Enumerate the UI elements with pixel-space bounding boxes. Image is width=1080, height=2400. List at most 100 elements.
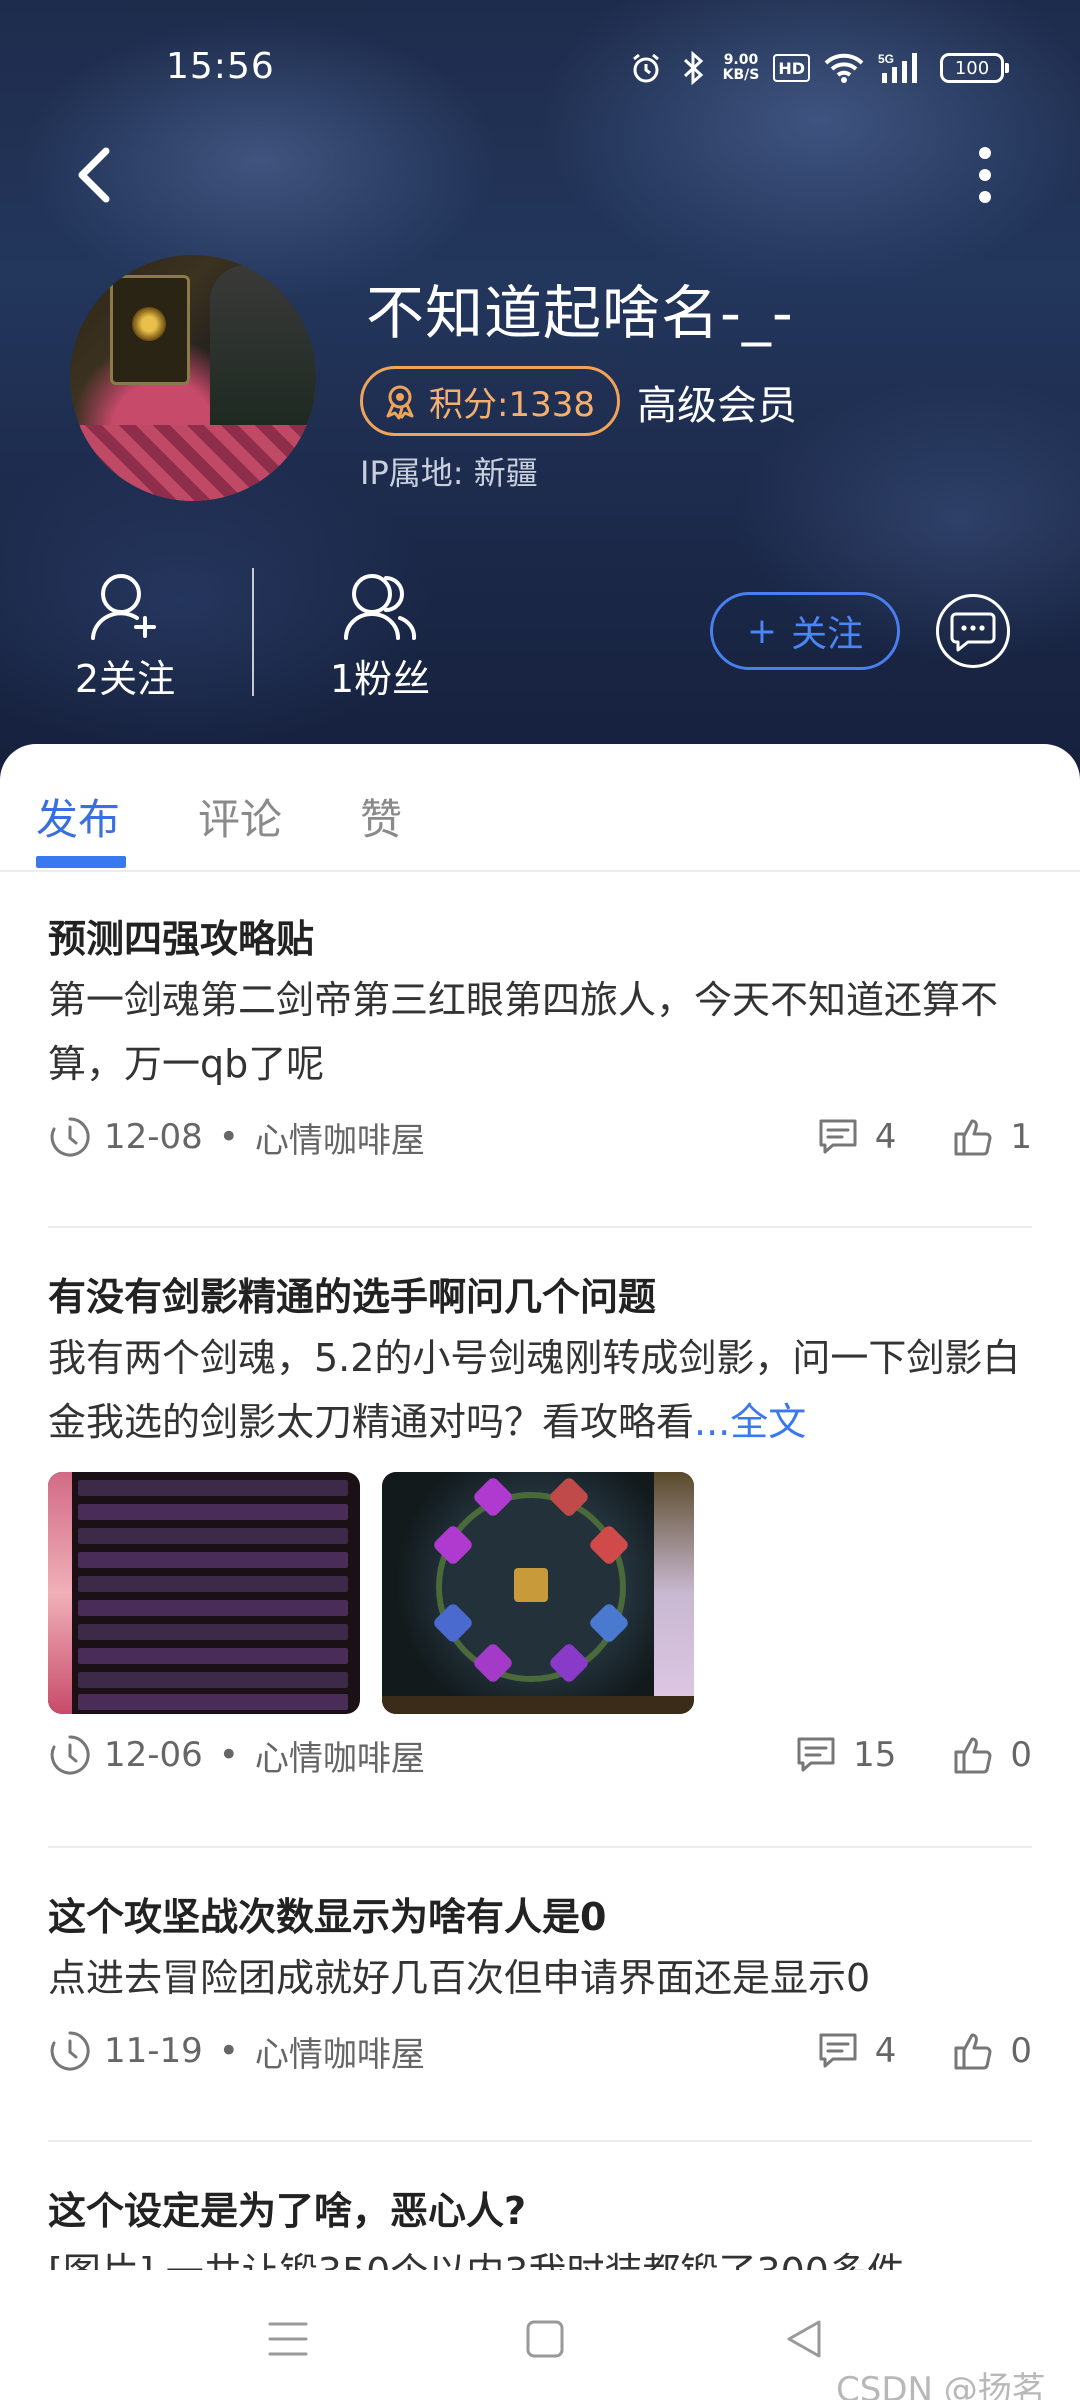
- follow-button-label: 关注: [791, 614, 864, 655]
- like-count-value: 1: [1010, 1117, 1032, 1157]
- post-title: 这个攻坚战次数显示为啥有人是0: [48, 1895, 607, 1939]
- comment-count[interactable]: 15: [795, 1734, 896, 1776]
- comment-count[interactable]: 4: [817, 2030, 897, 2072]
- chevron-left-icon: [78, 147, 110, 203]
- avatar[interactable]: [70, 255, 316, 501]
- message-button[interactable]: [936, 594, 1010, 668]
- wifi-icon: [824, 52, 864, 84]
- post-images: [48, 1472, 1032, 1714]
- watermark: CSDN @扬茗: [836, 2370, 1046, 2400]
- post-body: 点进去冒险团成就好几百次但申请界面还是显示0: [48, 1956, 871, 2000]
- post-image[interactable]: [48, 1472, 360, 1714]
- post-item[interactable]: 这个攻坚战次数显示为啥有人是0 点进去冒险团成就好几百次但申请界面还是显示0 1…: [48, 1892, 1032, 2076]
- like-count-value: 0: [1010, 1735, 1032, 1775]
- post-board[interactable]: 心情咖啡屋: [255, 1731, 425, 1780]
- more-options-button[interactable]: [955, 140, 1015, 210]
- thumbs-up-icon: [954, 1737, 992, 1774]
- status-time: 15:56: [166, 46, 275, 87]
- like-count[interactable]: 0: [952, 1734, 1032, 1776]
- status-bar: 15:56 9.00 KB/S HD 5G 100: [0, 40, 1080, 100]
- clock-icon: [50, 1117, 90, 1157]
- following-stat[interactable]: 2关注: [30, 568, 220, 703]
- ip-location: IP属地: 新疆: [360, 454, 538, 492]
- person-add-icon: [91, 574, 156, 640]
- post-divider: [48, 2140, 1032, 2142]
- recent-apps-button[interactable]: [258, 2314, 318, 2364]
- comment-icon: [819, 2033, 857, 2068]
- points-badge[interactable]: 积分:1338: [360, 366, 620, 436]
- points-label: 积分:1338: [429, 384, 595, 425]
- post-divider: [48, 1226, 1032, 1228]
- post-meta: 11-19 • 心情咖啡屋 4 0: [48, 2026, 1032, 2076]
- thumbs-up-icon: [954, 2033, 992, 2070]
- back-triangle-icon: [787, 2320, 821, 2358]
- menu-icon: [268, 2322, 308, 2356]
- comment-count-value: 4: [874, 2031, 897, 2071]
- content-panel: 发布 评论 赞 预测四强攻略贴 第一剑魂第二剑帝第三红眼第四旅人，今天不知道还算…: [0, 744, 1080, 2400]
- nickname: 不知道起啥名-_-: [366, 279, 794, 347]
- post-date: 11-19: [104, 2031, 203, 2071]
- post-meta: 12-06 • 心情咖啡屋 15 0: [48, 1730, 1032, 1780]
- post-title: 有没有剑影精通的选手啊问几个问题: [48, 1275, 657, 1319]
- network-speed: 9.00 KB/S: [723, 53, 760, 83]
- comment-icon: [819, 1119, 857, 1154]
- people-icon: [344, 574, 417, 640]
- cell-signal-icon: 5G: [878, 51, 926, 85]
- back-nav-button[interactable]: [774, 2314, 834, 2364]
- read-more-link[interactable]: ...全文: [694, 1400, 806, 1444]
- comment-count[interactable]: 4: [817, 1116, 897, 1158]
- comment-count-value: 15: [853, 1735, 897, 1775]
- clock-icon: [50, 1735, 90, 1775]
- followers-stat[interactable]: 1粉丝: [285, 568, 475, 703]
- more-vertical-icon: [979, 147, 991, 159]
- post-item[interactable]: 有没有剑影精通的选手啊问几个问题 我有两个剑魂，5.2的小号剑魂刚转成剑影，问一…: [48, 1272, 1032, 1780]
- post-body-text: 我有两个剑魂，5.2的小号剑魂刚转成剑影，问一下剑影白金我选的剑影太刀精通对吗？…: [48, 1336, 1021, 1444]
- post-date: 12-08: [104, 1117, 203, 1157]
- post-body: 第一剑魂第二剑帝第三红眼第四旅人，今天不知道还算不算，万一qb了呢: [48, 978, 999, 1086]
- following-count: 2关注: [74, 657, 176, 701]
- member-level: 高级会员: [637, 383, 797, 429]
- profile-header: 15:56 9.00 KB/S HD 5G 100 不知道起啥名-_- 积分:1…: [0, 0, 1080, 790]
- tab-bar: 发布 评论 赞: [0, 744, 1080, 872]
- post-board[interactable]: 心情咖啡屋: [255, 1113, 425, 1162]
- clock-icon: [50, 2031, 90, 2071]
- home-square-icon: [526, 2320, 564, 2358]
- stat-divider: [252, 568, 254, 696]
- ribbon-icon: [386, 385, 414, 420]
- home-button[interactable]: [515, 2314, 575, 2364]
- comment-icon: [797, 1737, 835, 1772]
- plus-icon: +: [746, 610, 778, 652]
- like-count[interactable]: 1: [952, 1116, 1032, 1158]
- like-count[interactable]: 0: [952, 2030, 1032, 2072]
- meta-separator: •: [218, 1735, 239, 1775]
- net-speed-unit: KB/S: [722, 67, 760, 83]
- post-board[interactable]: 心情咖啡屋: [255, 2027, 425, 2076]
- meta-separator: •: [218, 1117, 239, 1157]
- thumbs-up-icon: [954, 1119, 992, 1156]
- post-date: 12-06: [104, 1735, 203, 1775]
- like-count-value: 0: [1010, 2031, 1032, 2071]
- status-icons: 9.00 KB/S HD 5G 100: [629, 50, 1009, 86]
- hd-badge: HD: [773, 54, 810, 82]
- active-tab-indicator: [36, 856, 126, 868]
- back-button[interactable]: [66, 140, 122, 210]
- post-body: 我有两个剑魂，5.2的小号剑魂刚转成剑影，问一下剑影白金我选的剑影太刀精通对吗？…: [48, 1326, 1032, 1454]
- battery-indicator: 100: [940, 53, 1009, 83]
- tab-likes[interactable]: 赞: [360, 786, 402, 847]
- follow-button[interactable]: + 关注: [710, 592, 900, 670]
- tab-posts[interactable]: 发布: [36, 786, 120, 847]
- post-item[interactable]: 预测四强攻略贴 第一剑魂第二剑帝第三红眼第四旅人，今天不知道还算不算，万一qb了…: [48, 914, 1032, 1162]
- alarm-icon: [629, 51, 663, 85]
- bluetooth-icon: [677, 50, 709, 86]
- meta-separator: •: [218, 2031, 239, 2071]
- comment-count-value: 4: [874, 1117, 897, 1157]
- signal-label: 5G: [878, 52, 894, 66]
- chat-bubble-icon: [950, 612, 996, 652]
- post-meta: 12-08 • 心情咖啡屋 4 1: [48, 1112, 1032, 1162]
- post-title: 这个设定是为了啥，恶心人?: [48, 2189, 527, 2233]
- tab-comments[interactable]: 评论: [198, 786, 282, 847]
- post-divider: [48, 1846, 1032, 1848]
- net-speed-value: 9.00: [723, 52, 759, 68]
- post-image[interactable]: [382, 1472, 694, 1714]
- post-title: 预测四强攻略贴: [48, 917, 315, 961]
